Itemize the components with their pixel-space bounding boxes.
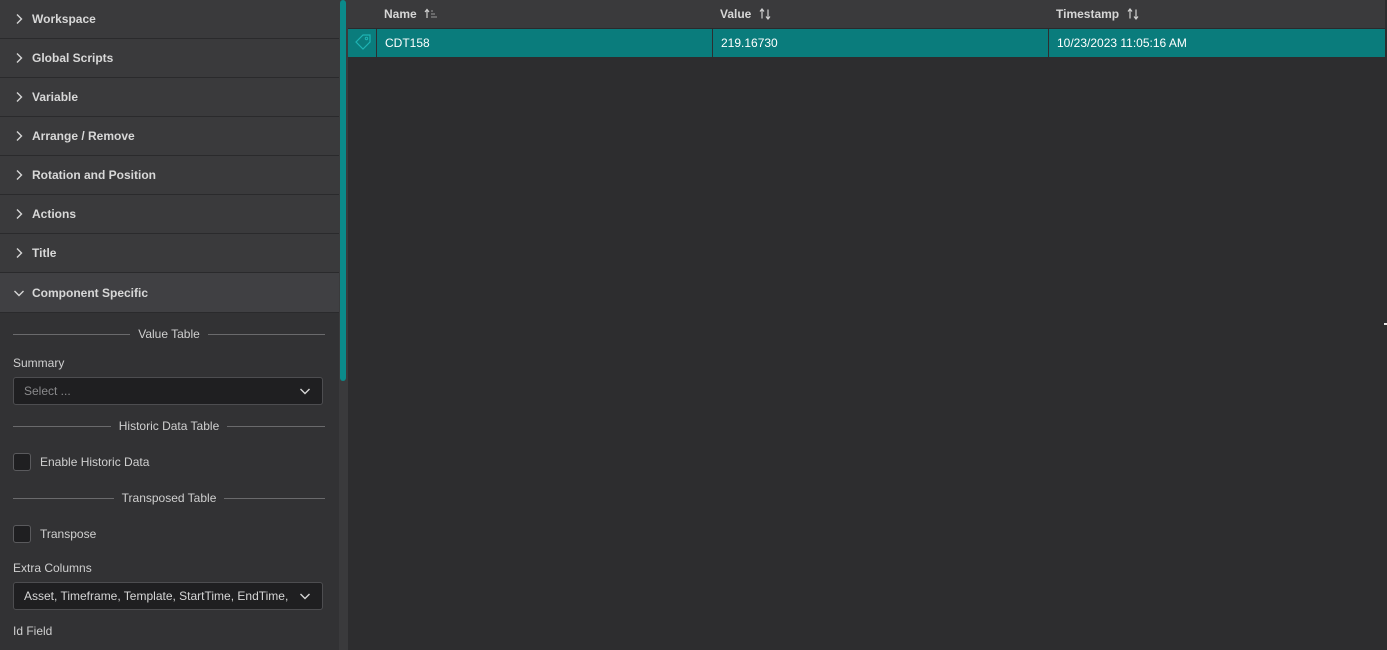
column-label: Timestamp xyxy=(1056,7,1120,21)
value-table-divider: Value Table xyxy=(13,323,326,345)
chevron-down-icon xyxy=(298,589,312,603)
section-label: Variable xyxy=(32,90,79,104)
value-cell: 219.16730 xyxy=(712,29,1048,57)
divider-label: Transposed Table xyxy=(121,491,217,505)
section-label: Global Scripts xyxy=(32,51,114,65)
column-label: Value xyxy=(720,7,752,21)
transpose-checkbox[interactable] xyxy=(13,525,31,543)
name-cell: CDT158 xyxy=(376,29,712,57)
section-component-specific[interactable]: Component Specific xyxy=(0,273,339,313)
section-label: Title xyxy=(32,246,57,260)
section-label: Rotation and Position xyxy=(32,168,156,182)
sort-icon[interactable] xyxy=(758,8,772,20)
name-column-header[interactable]: Name xyxy=(376,0,712,28)
transpose-label: Transpose xyxy=(40,527,97,541)
timestamp-column-header[interactable]: Timestamp xyxy=(1048,0,1385,28)
value-column-header[interactable]: Value xyxy=(712,0,1048,28)
section-label: Component Specific xyxy=(32,285,149,300)
chevron-right-icon xyxy=(12,90,26,104)
enable-historic-checkbox[interactable] xyxy=(13,453,31,471)
component-specific-body: Value Table Summary Select ... Historic … xyxy=(0,323,339,638)
transposed-divider: Transposed Table xyxy=(13,487,326,509)
chevron-right-icon xyxy=(12,129,26,143)
section-workspace[interactable]: Workspace xyxy=(0,0,339,39)
section-actions[interactable]: Actions xyxy=(0,195,339,234)
panel-scrollbar-thumb[interactable] xyxy=(340,0,346,381)
divider-label: Value Table xyxy=(138,327,200,341)
chevron-down-icon xyxy=(298,384,312,398)
table-header: Name Value Timestamp xyxy=(348,0,1385,29)
sort-icon[interactable] xyxy=(1126,8,1140,20)
chevron-right-icon xyxy=(12,51,26,65)
value-table: Name Value Timestamp CDT158 219.16730 10… xyxy=(348,0,1385,650)
chevron-right-icon xyxy=(12,168,26,182)
extra-columns-value: Asset, Timeframe, Template, StartTime, E… xyxy=(24,589,292,603)
chevron-right-icon xyxy=(12,12,26,26)
enable-historic-label: Enable Historic Data xyxy=(40,455,150,469)
id-field-label: Id Field xyxy=(13,624,53,638)
section-label: Arrange / Remove xyxy=(32,129,135,143)
icon-column-header xyxy=(348,0,376,28)
summary-select[interactable]: Select ... xyxy=(13,377,323,405)
summary-select-value: Select ... xyxy=(24,384,71,398)
section-label: Workspace xyxy=(32,12,96,26)
tag-icon xyxy=(354,33,372,53)
chevron-right-icon xyxy=(12,246,26,260)
table-row[interactable]: CDT158 219.16730 10/23/2023 11:05:16 AM xyxy=(348,29,1385,57)
section-global-scripts[interactable]: Global Scripts xyxy=(0,39,339,78)
historic-divider: Historic Data Table xyxy=(13,415,325,437)
section-label: Actions xyxy=(32,207,77,221)
extra-columns-select[interactable]: Asset, Timeframe, Template, StartTime, E… xyxy=(13,582,323,610)
chevron-right-icon xyxy=(12,207,26,221)
properties-panel: Workspace Global Scripts Variable Arrang… xyxy=(0,0,339,650)
section-variable[interactable]: Variable xyxy=(0,78,339,117)
sort-ascending-icon[interactable] xyxy=(424,8,438,20)
section-rotation-position[interactable]: Rotation and Position xyxy=(0,156,339,195)
divider-label: Historic Data Table xyxy=(118,419,220,433)
column-label: Name xyxy=(384,7,417,21)
extra-columns-label: Extra Columns xyxy=(13,561,92,575)
enable-historic-row: Enable Historic Data xyxy=(13,451,325,473)
summary-label: Summary xyxy=(13,356,65,370)
section-title[interactable]: Title xyxy=(0,234,339,273)
timestamp-cell: 10/23/2023 11:05:16 AM xyxy=(1048,29,1385,57)
chevron-down-icon xyxy=(12,286,26,300)
section-arrange-remove[interactable]: Arrange / Remove xyxy=(0,117,339,156)
transpose-row: Transpose xyxy=(13,523,325,545)
row-icon-cell xyxy=(348,29,376,57)
